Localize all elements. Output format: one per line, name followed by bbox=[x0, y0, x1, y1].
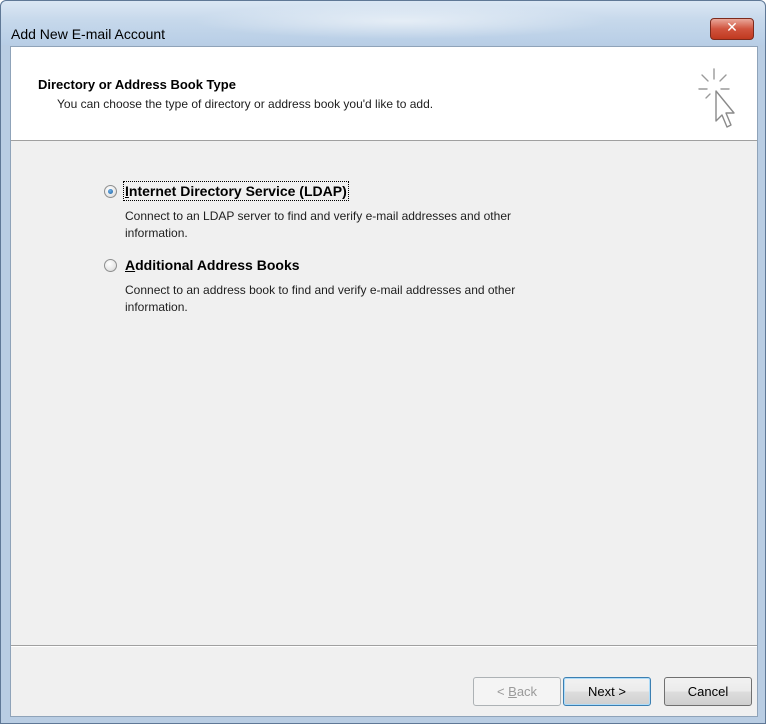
wizard-cursor-icon bbox=[698, 68, 735, 128]
option-address-books-label[interactable]: Additional Address Books bbox=[125, 257, 300, 273]
option-ldap-description: Connect to an LDAP server to find and ve… bbox=[125, 209, 511, 240]
option-address-books-description: Connect to an address book to find and v… bbox=[125, 283, 516, 314]
radio-address-books[interactable] bbox=[104, 259, 117, 272]
close-icon: ✕ bbox=[726, 20, 738, 36]
option-address-books-access-key: A bbox=[125, 257, 136, 273]
page-subtitle: You can choose the type of directory or … bbox=[57, 97, 434, 111]
option-ldap-label[interactable]: Internet Directory Service (LDAP) bbox=[123, 181, 349, 201]
option-ldap-label-text: nternet Directory Service (LDAP) bbox=[128, 183, 347, 199]
footer-divider bbox=[11, 645, 757, 647]
next-button[interactable]: Next > bbox=[563, 677, 651, 706]
cancel-button[interactable]: Cancel bbox=[664, 677, 752, 706]
back-button-prefix: < bbox=[496, 684, 509, 699]
title-bar[interactable]: Add New E-mail Account ✕ bbox=[1, 1, 765, 45]
back-button[interactable]: < Back bbox=[473, 677, 561, 706]
back-button-label: ack bbox=[516, 684, 538, 699]
back-button-access-key: B bbox=[508, 684, 517, 699]
window-title: Add New E-mail Account bbox=[11, 26, 166, 42]
dialog-body: Directory or Address Book Type You can c… bbox=[10, 46, 758, 717]
close-button[interactable]: ✕ bbox=[710, 18, 754, 40]
option-address-books-label-text: dditional Address Books bbox=[135, 257, 300, 273]
radio-ldap[interactable] bbox=[104, 185, 117, 198]
wizard-header: Directory or Address Book Type You can c… bbox=[11, 47, 757, 141]
page-title: Directory or Address Book Type bbox=[38, 77, 236, 92]
dialog-window: Add New E-mail Account ✕ Directory or Ad… bbox=[0, 0, 766, 724]
